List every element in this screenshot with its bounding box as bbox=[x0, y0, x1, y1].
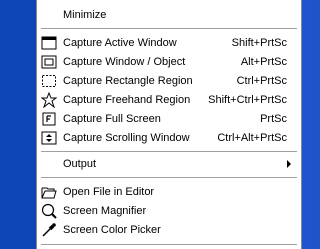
menu-item-capture-scrolling-window[interactable]: Capture Scrolling Window Ctrl+Alt+PrtSc bbox=[37, 128, 301, 148]
menu-item-shortcut: Ctrl+PrtSc bbox=[236, 75, 287, 87]
menu-item-minimize[interactable]: Minimize bbox=[37, 5, 301, 25]
menu-item-capture-full-screen[interactable]: Capture Full Screen PrtSc bbox=[37, 109, 301, 129]
menu-item-shortcut: Ctrl+Alt+PrtSc bbox=[217, 132, 287, 144]
menu-separator bbox=[41, 177, 297, 178]
menu-item-screen-magnifier[interactable]: Screen Magnifier bbox=[37, 201, 301, 221]
menu-item-label: Capture Active Window bbox=[63, 37, 177, 49]
menu-item-output[interactable]: Output bbox=[37, 154, 301, 174]
menu-item-label: Capture Window / Object bbox=[63, 56, 186, 68]
eyedropper-icon bbox=[42, 223, 56, 237]
menu-item-shortcut: Shift+PrtSc bbox=[231, 37, 287, 49]
menu-item-label: Capture Rectangle Region bbox=[63, 75, 193, 87]
menu-item-screen-color-picker[interactable]: Screen Color Picker bbox=[37, 220, 301, 240]
menu-separator bbox=[41, 28, 297, 29]
menu-item-capture-active-window[interactable]: Capture Active Window Shift+PrtSc bbox=[37, 33, 301, 53]
menu-separator bbox=[41, 244, 297, 245]
menu-item-shortcut: Alt+PrtSc bbox=[240, 56, 287, 68]
full-screen-icon bbox=[42, 112, 56, 126]
scrolling-window-icon bbox=[41, 131, 57, 145]
menu-separator bbox=[41, 151, 297, 152]
window-object-icon bbox=[41, 55, 57, 69]
menu-item-label: Screen Magnifier bbox=[63, 205, 147, 217]
menu-item-capture-freehand-region[interactable]: Capture Freehand Region Shift+Ctrl+PrtSc bbox=[37, 90, 301, 110]
menu-item-capture-window-object[interactable]: Capture Window / Object Alt+PrtSc bbox=[37, 52, 301, 72]
magnifier-icon bbox=[41, 203, 57, 219]
menu-item-label: Minimize bbox=[63, 9, 107, 21]
menu-item-label: Capture Scrolling Window bbox=[63, 132, 190, 144]
menu-item-shortcut: Shift+Ctrl+PrtSc bbox=[208, 94, 287, 106]
menu-item-label: Screen Color Picker bbox=[63, 224, 161, 236]
context-menu: Minimize Capture Active Window Shift+Prt… bbox=[36, 0, 302, 249]
menu-item-label: Capture Full Screen bbox=[63, 113, 161, 125]
menu-item-shortcut: PrtSc bbox=[260, 113, 287, 125]
freehand-region-icon bbox=[41, 92, 57, 108]
active-window-icon bbox=[41, 36, 57, 50]
menu-item-label: Open File in Editor bbox=[63, 186, 155, 198]
menu-item-label: Capture Freehand Region bbox=[63, 94, 191, 106]
desktop-background-right bbox=[302, 0, 313, 249]
rectangle-region-icon bbox=[42, 75, 56, 87]
desktop-background bbox=[0, 0, 36, 249]
submenu-arrow-icon bbox=[287, 160, 291, 168]
menu-item-label: Output bbox=[63, 158, 97, 170]
menu-item-open-file-in-editor[interactable]: Open File in Editor bbox=[37, 182, 301, 202]
open-folder-icon bbox=[41, 187, 57, 199]
menu-item-capture-rectangle-region[interactable]: Capture Rectangle Region Ctrl+PrtSc bbox=[37, 71, 301, 91]
